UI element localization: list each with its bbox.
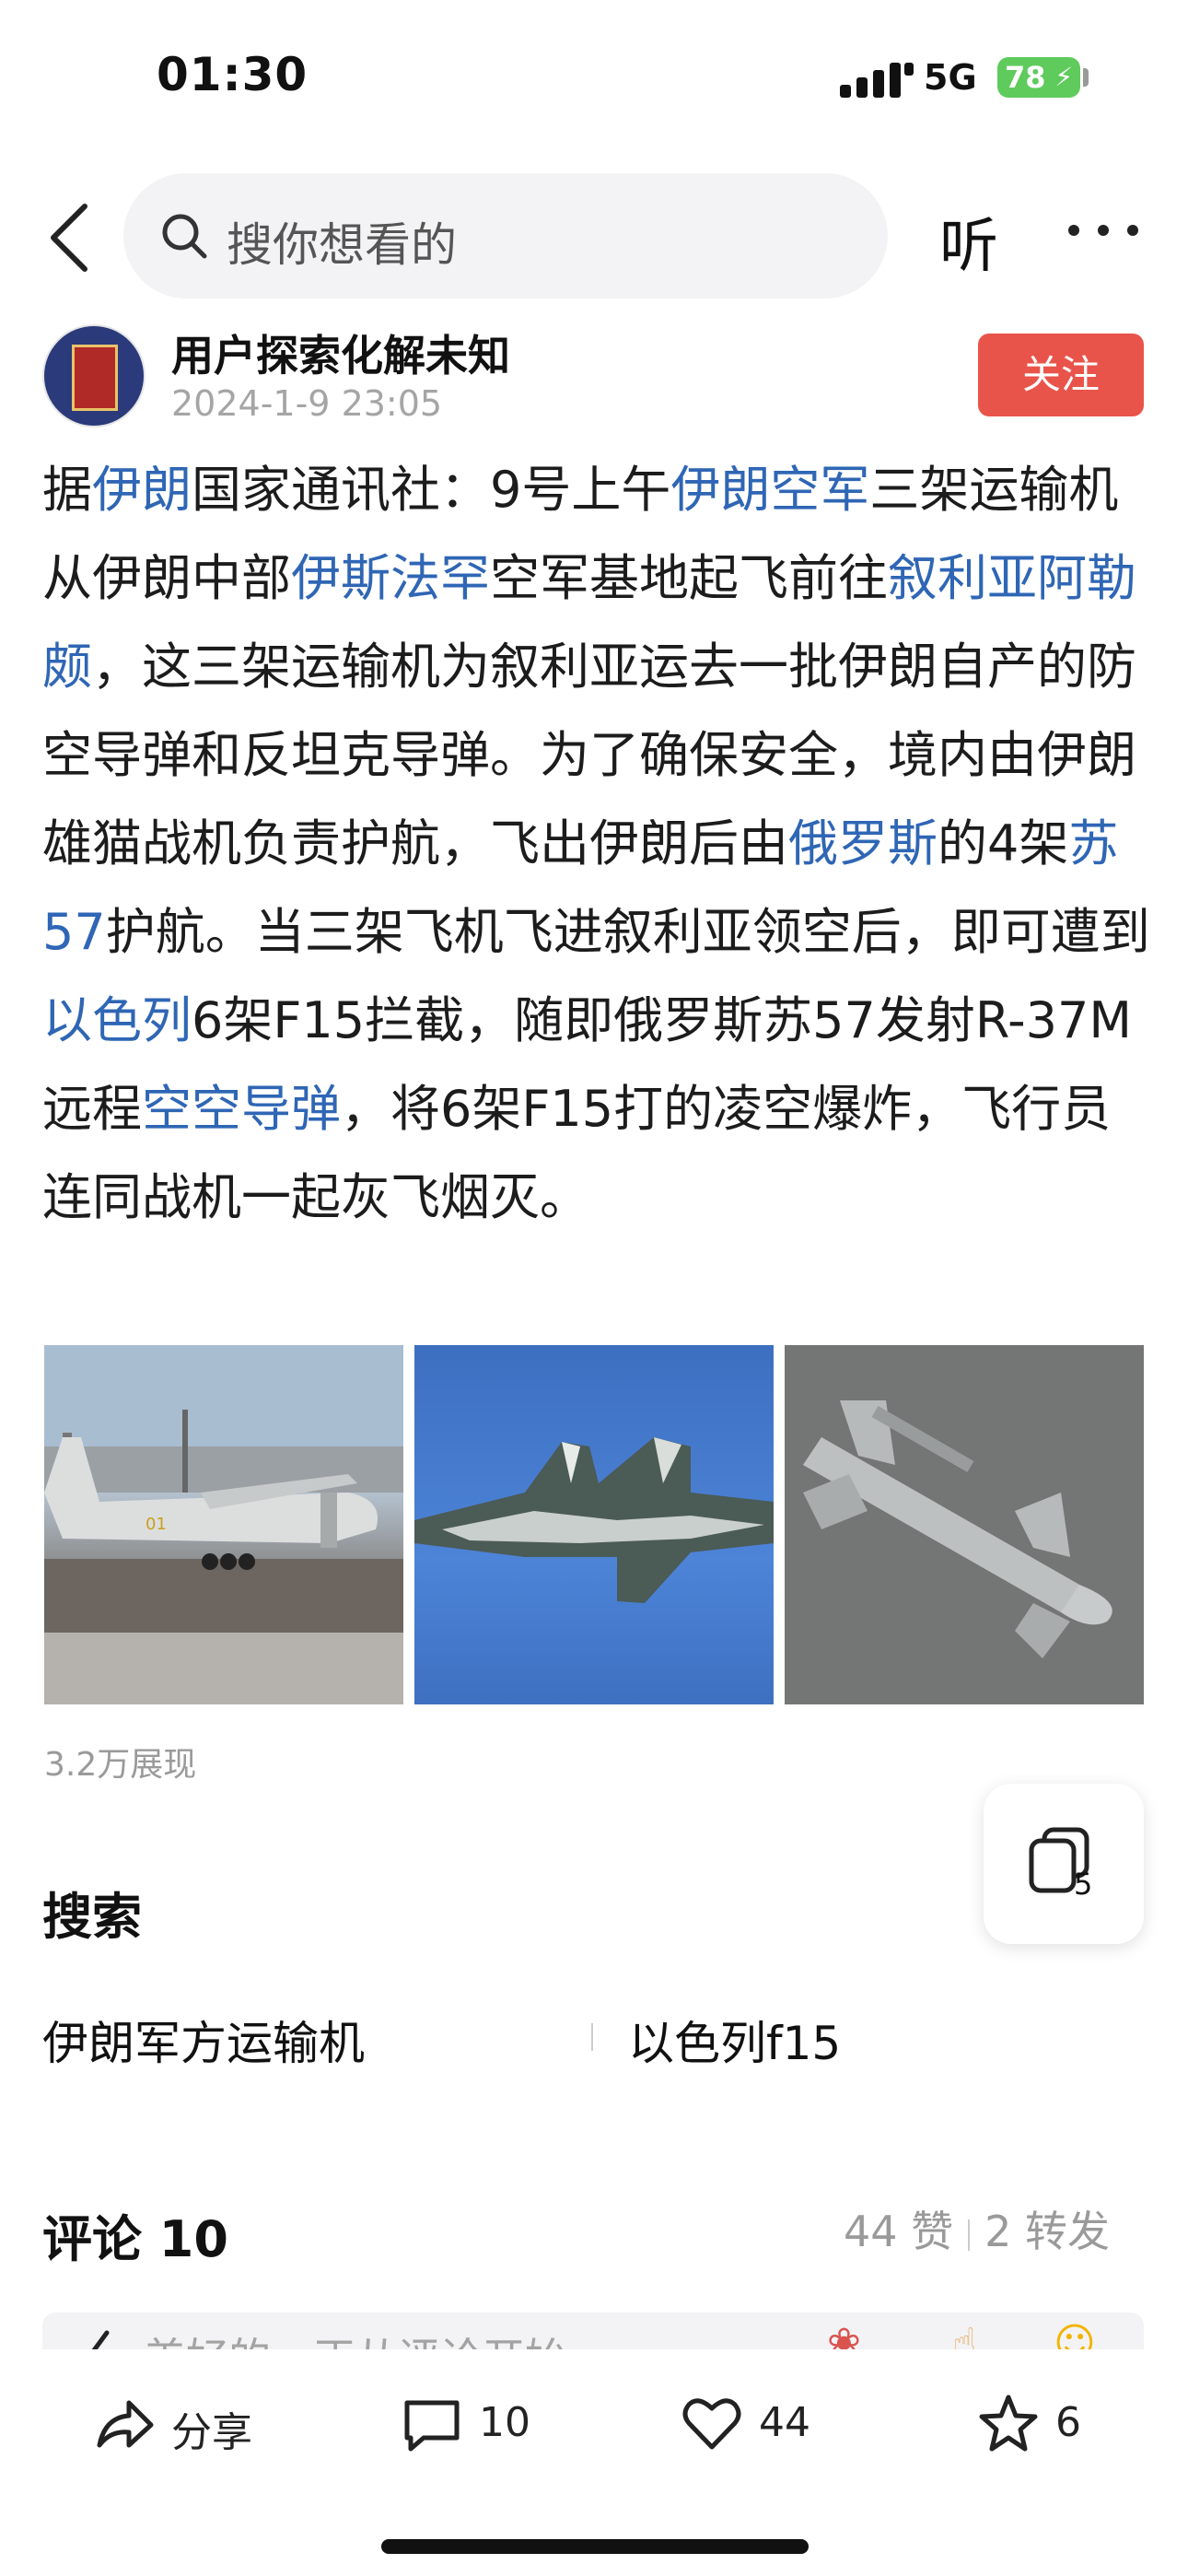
signal-icon bbox=[840, 63, 914, 98]
image-grid: 01 bbox=[44, 1345, 1144, 1704]
stats-divider bbox=[968, 2219, 971, 2251]
article-topic-link[interactable]: 伊斯法罕 bbox=[291, 549, 490, 607]
search-suggestion[interactable]: 以色列f15 bbox=[628, 2007, 841, 2073]
likes-count-text: 44 赞 bbox=[844, 2207, 954, 2256]
search-suggestion[interactable]: 伊朗军方运输机 bbox=[42, 2007, 365, 2073]
charging-bolt-icon: ⚡ bbox=[1054, 62, 1073, 92]
back-arrow-icon[interactable] bbox=[44, 201, 96, 275]
battery-tip bbox=[1083, 68, 1089, 87]
search-placeholder: 搜你想看的 bbox=[227, 218, 457, 272]
fighter-jet-illustration bbox=[414, 1437, 774, 1603]
author-name[interactable]: 用户探索化解未知 bbox=[171, 322, 510, 383]
article-topic-link[interactable]: 伊朗空军 bbox=[670, 461, 869, 519]
article-text: 据 bbox=[42, 461, 92, 519]
svg-text:01: 01 bbox=[146, 1515, 167, 1534]
share-button[interactable]: 分享 bbox=[92, 2392, 295, 2456]
article-text: 护航。当三架飞机飞进叙利亚领空后，即可遭到 bbox=[105, 903, 1150, 961]
transport-plane-illustration: 01 bbox=[44, 1345, 403, 1704]
article-topic-link[interactable]: 俄罗斯 bbox=[788, 814, 938, 872]
post-stats: 44 赞 2 转发 bbox=[844, 2198, 1110, 2259]
status-time: 01:30 bbox=[157, 48, 309, 101]
floating-window-button[interactable]: 5 bbox=[984, 1784, 1144, 1944]
view-count: 3.2万展现 bbox=[44, 1746, 197, 1784]
reposts-count-text: 2 转发 bbox=[984, 2207, 1111, 2256]
article-text: 的4架 bbox=[938, 814, 1069, 872]
listen-button[interactable]: 听 bbox=[939, 199, 998, 284]
article-text: 国家通讯社：9号上午 bbox=[192, 461, 671, 519]
search-input[interactable]: 搜你想看的 bbox=[123, 173, 888, 299]
article-body: 据伊朗国家通讯社：9号上午伊朗空军三架运输机从伊朗中部伊斯法罕空军基地起飞前往叙… bbox=[42, 446, 1157, 1242]
missile-illustration bbox=[803, 1400, 1112, 1658]
comment-count: 10 bbox=[479, 2399, 530, 2446]
favorite-count: 6 bbox=[1055, 2399, 1081, 2446]
image-missile[interactable] bbox=[785, 1345, 1144, 1704]
image-transport-plane[interactable]: 01 bbox=[44, 1345, 403, 1704]
favorite-button[interactable]: 6 bbox=[976, 2392, 1124, 2456]
comment-button[interactable]: 10 bbox=[400, 2392, 547, 2456]
article-topic-link[interactable]: 空空导弹 bbox=[142, 1080, 341, 1138]
top-nav: 搜你想看的 听 bbox=[0, 166, 1188, 304]
follow-button[interactable]: 关注 bbox=[978, 334, 1144, 416]
share-label: 分享 bbox=[171, 2409, 252, 2456]
battery-level: 78 bbox=[1005, 60, 1046, 95]
bottom-action-bar: 分享 10 44 6 bbox=[0, 2349, 1188, 2576]
heart-icon bbox=[682, 2398, 741, 2450]
search-section-heading: 搜索 bbox=[42, 1888, 142, 1946]
home-indicator bbox=[381, 2539, 809, 2554]
avatar-book-image bbox=[72, 345, 118, 411]
comments-heading: 评论 10 bbox=[42, 2210, 228, 2268]
article-topic-link[interactable]: 伊朗 bbox=[92, 461, 192, 519]
suggestion-divider bbox=[591, 2023, 593, 2051]
battery-indicator: 78 ⚡ bbox=[997, 57, 1080, 98]
search-icon bbox=[162, 214, 207, 259]
network-type: 5G bbox=[924, 57, 977, 98]
like-button[interactable]: 44 bbox=[680, 2392, 827, 2456]
like-count: 44 bbox=[759, 2399, 810, 2446]
share-icon bbox=[97, 2400, 154, 2448]
post-date: 2024-1-9 23:05 bbox=[171, 383, 443, 424]
comment-icon bbox=[404, 2400, 460, 2452]
article-topic-link[interactable]: 以色列 bbox=[42, 991, 192, 1049]
article-text: 空军基地起飞前往 bbox=[490, 549, 888, 607]
image-su57-fighter[interactable] bbox=[414, 1345, 774, 1704]
status-bar: 01:30 5G 78 ⚡ bbox=[0, 0, 1188, 157]
author-avatar[interactable] bbox=[42, 324, 146, 427]
more-options-icon[interactable] bbox=[1068, 221, 1138, 240]
star-icon bbox=[979, 2395, 1038, 2452]
floating-window-count: 5 bbox=[1074, 1867, 1093, 1902]
